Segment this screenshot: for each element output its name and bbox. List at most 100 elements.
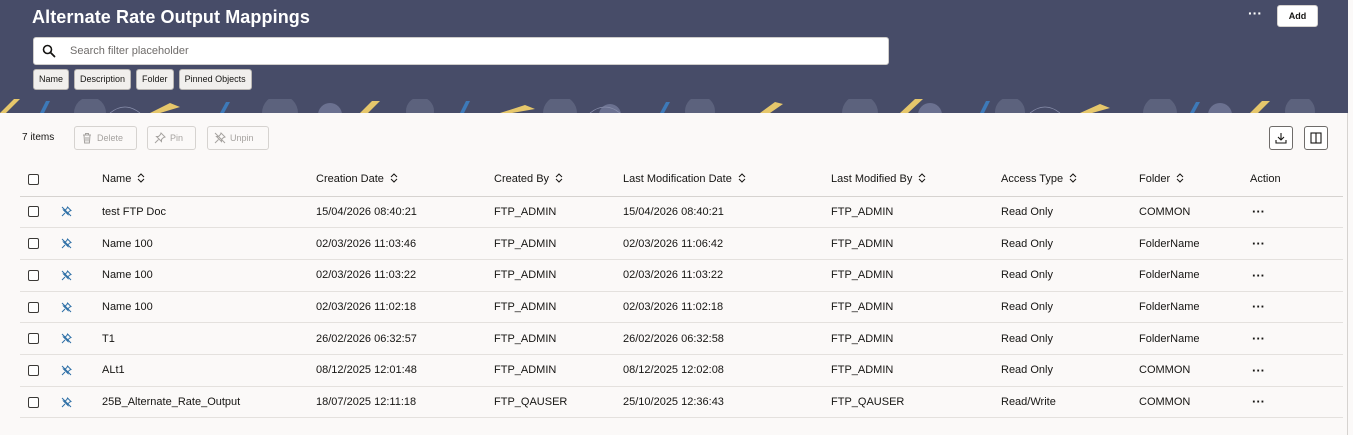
row-actions-button[interactable]: ··· — [1252, 236, 1265, 251]
sort-icon — [390, 173, 398, 183]
unpin-label: Unpin — [230, 133, 254, 143]
search-input[interactable] — [70, 42, 870, 60]
column-header-created-by[interactable]: Created By — [494, 163, 623, 197]
sort-icon — [1176, 173, 1184, 183]
cell-created-by: FTP_ADMIN — [494, 227, 623, 260]
cell-last-modification-date: 02/03/2026 11:03:22 — [623, 259, 831, 292]
delete-label: Delete — [97, 133, 124, 143]
sort-icon — [738, 173, 746, 183]
column-header-last-modification-date[interactable]: Last Modification Date — [623, 163, 831, 197]
pin-button[interactable]: Pin — [147, 126, 196, 150]
cell-last-modified-by: FTP_ADMIN — [831, 227, 1001, 260]
cell-access-type: Read Only — [1001, 322, 1139, 355]
row-checkbox[interactable] — [28, 301, 39, 313]
unpinned-icon[interactable] — [61, 301, 72, 313]
unpinned-icon[interactable] — [61, 238, 72, 249]
cell-name: Name 100 — [102, 259, 316, 292]
cell-created-by: FTP_ADMIN — [494, 354, 623, 387]
more-actions-button[interactable]: ··· — [1246, 6, 1264, 24]
cell-name: test FTP Doc — [102, 196, 316, 229]
row-checkbox[interactable] — [28, 333, 39, 345]
cell-created-by: FTP_ADMIN — [494, 196, 623, 229]
table-row[interactable]: ALt1 08/12/2025 12:01:48 FTP_ADMIN 08/12… — [20, 354, 1343, 387]
cell-access-type: Read Only — [1001, 227, 1139, 260]
delete-button[interactable]: Delete — [74, 126, 137, 150]
add-button[interactable]: Add — [1277, 5, 1318, 27]
unpin-button[interactable]: Unpin — [207, 126, 269, 150]
cell-creation-date: 08/12/2025 12:01:48 — [316, 354, 494, 387]
columns-button[interactable] — [1304, 126, 1328, 150]
cell-last-modification-date: 25/10/2025 12:36:43 — [623, 386, 831, 419]
column-header-creation-date[interactable]: Creation Date — [316, 163, 494, 197]
filter-chip-name[interactable]: Name — [33, 69, 70, 90]
trash-icon — [83, 133, 91, 144]
table-row[interactable]: 25B_Alternate_Rate_Output 18/07/2025 12:… — [20, 386, 1343, 419]
cell-name: 25B_Alternate_Rate_Output — [102, 386, 316, 419]
cell-folder: FolderName — [1139, 227, 1250, 260]
table-row[interactable]: Name 100 02/03/2026 11:03:22 FTP_ADMIN 0… — [20, 259, 1343, 292]
cell-folder: FolderName — [1139, 291, 1250, 324]
cell-created-by: FTP_ADMIN — [494, 291, 623, 324]
cell-name: T1 — [102, 322, 316, 355]
cell-creation-date: 18/07/2025 12:11:18 — [316, 386, 494, 419]
columns-icon — [1310, 132, 1322, 144]
column-header-last-modified-by[interactable]: Last Modified By — [831, 163, 1001, 197]
select-all-checkbox[interactable] — [28, 173, 39, 185]
cell-last-modified-by: FTP_ADMIN — [831, 196, 1001, 229]
row-actions-button[interactable]: ··· — [1252, 363, 1265, 378]
row-actions-button[interactable]: ··· — [1252, 268, 1265, 283]
filter-chip-pinned-objects[interactable]: Pinned Objects — [178, 69, 252, 90]
cell-access-type: Read Only — [1001, 354, 1139, 387]
filter-chip-folder[interactable]: Folder — [136, 69, 174, 90]
cell-name: ALt1 — [102, 354, 316, 387]
row-actions-button[interactable]: ··· — [1252, 204, 1265, 219]
sort-icon — [555, 173, 563, 183]
table-row[interactable]: T1 26/02/2026 06:32:57 FTP_ADMIN 26/02/2… — [20, 322, 1343, 355]
cell-last-modification-date: 02/03/2026 11:02:18 — [623, 291, 831, 324]
search-box[interactable] — [33, 37, 889, 65]
row-checkbox[interactable] — [28, 364, 39, 376]
unpinned-icon[interactable] — [61, 364, 72, 376]
cell-last-modification-date: 02/03/2026 11:06:42 — [623, 227, 831, 260]
table-row[interactable]: test FTP Doc 15/04/2026 08:40:21 FTP_ADM… — [20, 196, 1343, 229]
cell-created-by: FTP_ADMIN — [494, 259, 623, 292]
cell-folder: COMMON — [1139, 386, 1250, 419]
filter-chip-description[interactable]: Description — [74, 69, 132, 90]
cell-last-modified-by: FTP_QAUSER — [831, 386, 1001, 419]
unpinned-icon[interactable] — [61, 206, 72, 217]
unpinned-icon[interactable] — [61, 396, 72, 408]
cell-folder: COMMON — [1139, 354, 1250, 387]
cell-creation-date: 02/03/2026 11:03:22 — [316, 259, 494, 292]
column-header-name[interactable]: Name — [102, 163, 316, 197]
unpinned-icon[interactable] — [61, 333, 72, 344]
row-checkbox[interactable] — [28, 238, 39, 250]
row-actions-button[interactable]: ··· — [1252, 299, 1265, 314]
cell-last-modification-date: 15/04/2026 08:40:21 — [623, 196, 831, 229]
cell-created-by: FTP_QAUSER — [494, 386, 623, 419]
select-all-cell — [20, 163, 57, 197]
sort-icon — [137, 173, 145, 183]
row-actions-button[interactable]: ··· — [1252, 331, 1265, 346]
column-header-access-type[interactable]: Access Type — [1001, 163, 1139, 197]
download-button[interactable] — [1269, 126, 1293, 150]
column-header-action: Action — [1250, 163, 1343, 197]
decorative-banner-pattern — [0, 99, 1348, 113]
sort-icon — [1069, 173, 1077, 183]
pin-label: Pin — [170, 133, 184, 143]
cell-folder: COMMON — [1139, 196, 1250, 229]
table-row[interactable]: Name 100 02/03/2026 11:03:46 FTP_ADMIN 0… — [20, 227, 1343, 260]
row-checkbox[interactable] — [28, 269, 39, 281]
row-checkbox[interactable] — [28, 206, 39, 218]
row-checkbox[interactable] — [28, 396, 39, 408]
cell-access-type: Read Only — [1001, 291, 1139, 324]
cell-access-type: Read Only — [1001, 259, 1139, 292]
filter-chips: Name Description Folder Pinned Objects — [33, 69, 252, 90]
table-row[interactable]: Name 100 02/03/2026 11:02:18 FTP_ADMIN 0… — [20, 291, 1343, 324]
row-actions-button[interactable]: ··· — [1252, 394, 1265, 409]
unpinned-icon[interactable] — [61, 269, 72, 281]
column-header-folder[interactable]: Folder — [1139, 163, 1250, 197]
cell-access-type: Read/Write — [1001, 386, 1139, 419]
search-icon — [42, 44, 56, 58]
cell-last-modified-by: FTP_ADMIN — [831, 291, 1001, 324]
cell-creation-date: 02/03/2026 11:03:46 — [316, 227, 494, 260]
